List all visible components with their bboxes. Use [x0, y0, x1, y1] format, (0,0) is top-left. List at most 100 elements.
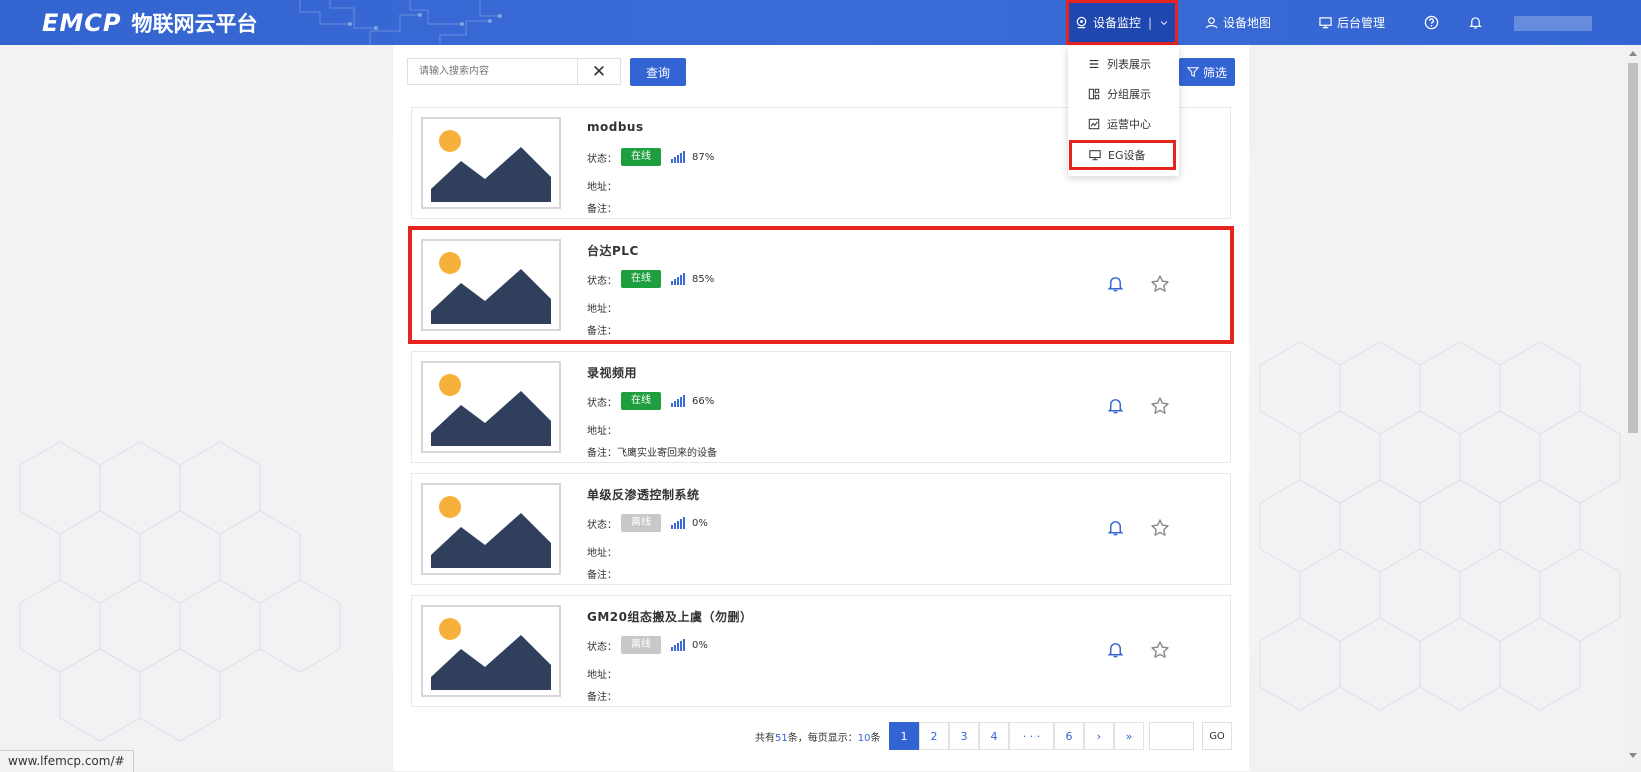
image-placeholder-icon: [431, 496, 551, 568]
link-status-bar: www.lfemcp.com/#: [0, 750, 134, 772]
device-name[interactable]: 台达PLC: [587, 242, 639, 259]
alarm-bell-icon[interactable]: [1106, 518, 1125, 537]
status-badge: 在线: [621, 270, 661, 288]
user-account[interactable]: [1514, 16, 1592, 31]
device-status-row: 状态： 在线 87%: [587, 148, 714, 166]
page-ellipsis[interactable]: · · ·: [1009, 722, 1054, 750]
note-label: 备注：: [587, 692, 617, 703]
filter-button[interactable]: 筛选: [1179, 58, 1235, 86]
group-icon: [1088, 88, 1100, 100]
next-page-button[interactable]: ›: [1084, 722, 1114, 750]
menu-item-list-view[interactable]: 列表展示: [1068, 49, 1179, 79]
device-note-row: 备注：: [587, 566, 617, 581]
status-label: 状态：: [587, 641, 617, 653]
card-actions: [1106, 474, 1206, 584]
status-label: 状态：: [587, 519, 617, 531]
device-name[interactable]: 单级反渗透控制系统: [587, 486, 700, 503]
total-prefix: 共有: [755, 732, 775, 744]
note-label: 备注：: [587, 570, 617, 581]
signal-icon: [671, 151, 685, 163]
address-label: 地址：: [587, 304, 617, 315]
page-button-1[interactable]: 1: [889, 722, 919, 750]
filter-icon: [1186, 67, 1199, 78]
device-name[interactable]: modbus: [587, 120, 644, 134]
signal-percent: 0%: [692, 517, 708, 529]
menu-item-eg-device[interactable]: EG设备: [1069, 140, 1176, 170]
menu-item-operations-center[interactable]: 运营中心: [1068, 109, 1179, 139]
top-navbar: EMCP 物联网云平台 设备监控 | 设备地图 后台管理: [0, 0, 1641, 45]
scroll-down-arrow-icon[interactable]: [1629, 753, 1637, 758]
device-status-row: 状态： 在线 66%: [587, 392, 714, 410]
close-icon: ✕: [591, 61, 607, 82]
query-button[interactable]: 查询: [630, 58, 686, 86]
card-actions: [1106, 596, 1206, 706]
list-icon: [1089, 59, 1099, 69]
device-note-row: 备注：: [587, 688, 617, 703]
note-value: 飞鹰实业寄回来的设备: [617, 448, 717, 459]
signal-percent: 85%: [692, 273, 715, 285]
user-icon: [1205, 17, 1218, 29]
favorite-star-icon[interactable]: [1150, 274, 1170, 294]
help-button[interactable]: [1424, 0, 1439, 45]
note-label: 备注：: [587, 448, 617, 459]
device-note-row: 备注：飞鹰实业寄回来的设备: [587, 444, 717, 459]
note-label: 备注：: [587, 204, 617, 215]
clear-search-button[interactable]: ✕: [577, 58, 621, 85]
address-label: 地址：: [587, 670, 617, 681]
total-count: 51: [775, 732, 788, 744]
device-thumbnail: [421, 605, 561, 697]
menu-item-label: EG设备: [1108, 149, 1146, 162]
search-input[interactable]: [407, 58, 577, 85]
logo[interactable]: EMCP 物联网云平台: [42, 8, 257, 38]
page-scrollbar[interactable]: [1625, 45, 1641, 771]
device-name[interactable]: GM20组态搬及上虞（勿删）: [587, 608, 753, 625]
address-label: 地址：: [587, 548, 617, 559]
pagination-summary: 共有51条，每页显示：10条: [755, 722, 890, 750]
page-jump-input[interactable]: [1149, 722, 1194, 750]
alarm-bell-icon[interactable]: [1106, 274, 1125, 293]
nav-device-map[interactable]: 设备地图: [1205, 0, 1271, 45]
menu-item-group-view[interactable]: 分组展示: [1068, 79, 1179, 109]
last-page-button[interactable]: »: [1114, 722, 1144, 750]
device-status-row: 状态： 在线 85%: [587, 270, 714, 288]
image-placeholder-icon: [431, 374, 551, 446]
device-card[interactable]: GM20组态搬及上虞（勿删） 状态： 离线 0% 地址： 备注：: [411, 595, 1231, 707]
notification-button[interactable]: [1468, 0, 1483, 45]
image-placeholder-icon: [431, 252, 551, 324]
alarm-bell-icon[interactable]: [1106, 640, 1125, 659]
logo-text: 物联网云平台: [131, 12, 258, 36]
signal-percent: 0%: [692, 639, 708, 651]
card-actions: [1106, 352, 1206, 462]
device-card[interactable]: 台达PLC 状态： 在线 85% 地址： 备注：: [408, 226, 1234, 344]
device-note-row: 备注：: [587, 322, 617, 337]
chart-icon: [1088, 118, 1100, 130]
favorite-star-icon[interactable]: [1150, 396, 1170, 416]
device-name[interactable]: 录视频用: [587, 364, 637, 381]
signal-percent: 66%: [692, 395, 715, 407]
signal-icon: [671, 639, 685, 651]
chevron-down-icon[interactable]: [1159, 18, 1169, 28]
page-button-3[interactable]: 3: [949, 722, 979, 750]
status-label: 状态：: [587, 153, 617, 165]
bell-icon: [1469, 17, 1482, 29]
signal-icon: [671, 395, 685, 407]
status-label: 状态：: [587, 397, 617, 409]
device-status-row: 状态： 离线 0%: [587, 636, 708, 654]
favorite-star-icon[interactable]: [1150, 518, 1170, 538]
nav-admin[interactable]: 后台管理: [1319, 0, 1385, 45]
device-address-row: 地址：: [587, 422, 617, 437]
favorite-star-icon[interactable]: [1150, 640, 1170, 660]
alarm-bell-icon[interactable]: [1106, 396, 1125, 415]
nav-device-monitor[interactable]: 设备监控 |: [1066, 0, 1178, 45]
address-label: 地址：: [587, 182, 617, 193]
device-card[interactable]: 单级反渗透控制系统 状态： 离线 0% 地址： 备注：: [411, 473, 1231, 585]
page-button-6[interactable]: 6: [1054, 722, 1084, 750]
page-button-2[interactable]: 2: [919, 722, 949, 750]
page-button-4[interactable]: 4: [979, 722, 1009, 750]
go-button[interactable]: GO: [1202, 722, 1232, 750]
scroll-thumb[interactable]: [1628, 63, 1638, 433]
scroll-up-arrow-icon[interactable]: [1629, 51, 1637, 56]
status-badge: 离线: [621, 636, 661, 654]
device-thumbnail: [421, 117, 561, 209]
device-card[interactable]: 录视频用 状态： 在线 66% 地址： 备注：飞鹰实业寄回来的设备: [411, 351, 1231, 463]
